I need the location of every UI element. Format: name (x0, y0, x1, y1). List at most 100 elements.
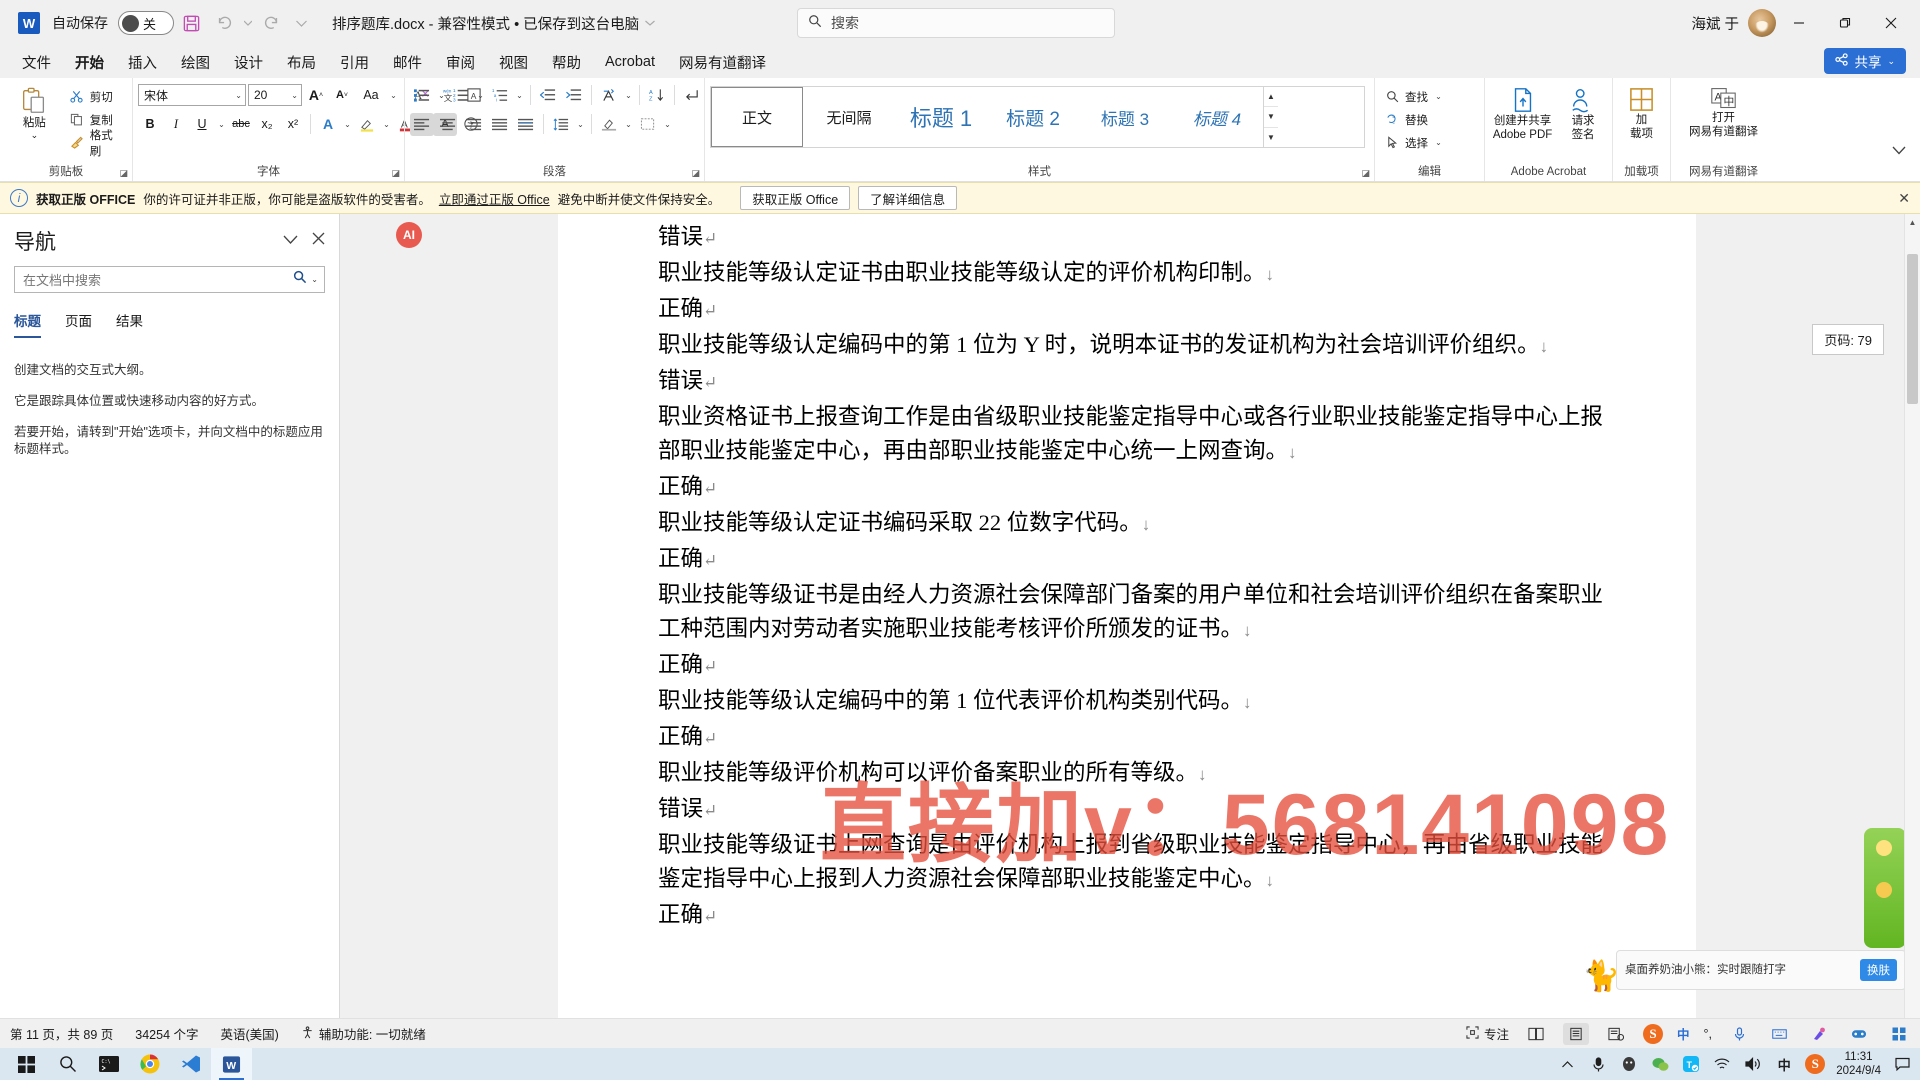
nav-tab-results[interactable]: 结果 (116, 310, 143, 338)
select-caret-icon[interactable]: ⌄ (1433, 138, 1444, 147)
text-effects-icon[interactable]: A (316, 113, 340, 136)
start-button[interactable] (6, 1048, 47, 1080)
taskbar-search-button[interactable] (47, 1048, 88, 1080)
search-input[interactable]: 搜索 (797, 8, 1115, 38)
document-line[interactable]: 正确↵ (658, 542, 1624, 578)
document-line[interactable]: 正确↵ (658, 898, 1624, 934)
distribute-icon[interactable] (514, 113, 538, 136)
ai-assistant-badge[interactable]: AI (396, 222, 422, 248)
close-icon[interactable]: ✕ (1898, 190, 1910, 207)
volume-icon[interactable] (1743, 1054, 1763, 1074)
page-indicator[interactable]: 第 11 页，共 89 页 (10, 1024, 113, 1043)
language-indicator[interactable]: 英语(美国) (221, 1024, 279, 1043)
tab-design[interactable]: 设计 (222, 49, 275, 76)
document-line[interactable]: 职业技能等级认定证书编码采取 22 位数字代码。↓ (658, 506, 1624, 542)
redo-icon[interactable] (254, 7, 288, 39)
document-line[interactable]: 正确↵ (658, 648, 1624, 684)
taskbar-chrome-icon[interactable] (129, 1048, 170, 1080)
document-canvas[interactable]: AI 错误↵ 职业技能等级认定证书由职业技能等级认定的评价机构印制。↓ 正确↵ … (340, 214, 1920, 1018)
font-size-combo[interactable]: 20 ⌄ (248, 84, 302, 106)
decrease-indent-icon[interactable] (536, 84, 560, 107)
find-caret-icon[interactable]: ⌄ (1433, 92, 1444, 101)
notification-icon[interactable] (1892, 1054, 1912, 1074)
user-name-label[interactable]: 海斌 于 (1691, 13, 1739, 34)
learn-more-button[interactable]: 了解详细信息 (858, 186, 958, 210)
styles-scroll-up-icon[interactable]: ▲ (1264, 87, 1278, 108)
search-icon[interactable] (293, 270, 307, 289)
align-left-icon[interactable] (410, 112, 434, 136)
vertical-scrollbar[interactable]: ▲ (1904, 214, 1920, 1018)
sogou-tray-icon[interactable]: S (1805, 1054, 1826, 1074)
taskbar-terminal-icon[interactable]: C:\ (88, 1048, 129, 1080)
tab-file[interactable]: 文件 (10, 49, 63, 76)
scroll-up-icon[interactable]: ▲ (1905, 214, 1920, 230)
desktop-pet-widget[interactable] (1864, 828, 1906, 948)
taskbar-word-icon[interactable]: W (211, 1048, 252, 1080)
microphone-icon[interactable] (1726, 1023, 1752, 1045)
tab-mailings[interactable]: 邮件 (381, 49, 434, 76)
paste-button[interactable]: 粘贴 ⌄ (5, 82, 64, 140)
tab-view[interactable]: 视图 (487, 49, 540, 76)
style-item-heading-2[interactable]: 标题 2 (987, 87, 1079, 147)
customize-quick-access-icon[interactable] (288, 7, 314, 39)
document-title-dropdown-icon[interactable] (639, 7, 661, 39)
paste-caret-icon[interactable]: ⌄ (31, 131, 39, 140)
align-center-icon[interactable] (436, 113, 460, 136)
line-spacing-icon[interactable] (549, 113, 573, 136)
ime-punctuation-icon[interactable]: °, (1704, 1027, 1712, 1041)
styles-dialog-launcher[interactable]: ◪ (1361, 168, 1370, 179)
superscript-button[interactable]: x² (281, 113, 305, 136)
bold-button[interactable]: B (138, 113, 162, 136)
line-spacing-caret-icon[interactable]: ⌄ (575, 120, 586, 129)
tab-home[interactable]: 开始 (63, 49, 116, 76)
style-item-heading-3[interactable]: 标题 3 (1079, 87, 1171, 147)
minimize-button[interactable] (1776, 7, 1822, 39)
request-signature-button[interactable]: 请求 签名 (1559, 82, 1607, 142)
qq-icon[interactable] (1619, 1054, 1639, 1074)
word-count[interactable]: 34254 个字 (135, 1024, 198, 1043)
numbered-list-icon[interactable]: 123 (449, 84, 473, 107)
ribbon-collapse-button[interactable] (1892, 78, 1920, 181)
highlight-color-icon[interactable] (355, 113, 379, 136)
styles-more-icon[interactable]: ▼ (1264, 128, 1278, 147)
close-icon[interactable] (312, 232, 325, 250)
font-dialog-launcher[interactable]: ◪ (391, 168, 400, 179)
wifi-icon[interactable] (1712, 1054, 1732, 1074)
show-formatting-marks-icon[interactable] (680, 84, 704, 107)
sort-chinese-icon[interactable] (597, 84, 621, 107)
change-skin-button[interactable]: 换肤 (1860, 959, 1897, 981)
document-line[interactable]: 职业技能等级认定编码中的第 1 位为 Y 时，说明本证书的发证机构为社会培训评价… (658, 328, 1624, 364)
numbering-caret-icon[interactable]: ⌄ (475, 91, 486, 100)
bullet-caret-icon[interactable]: ⌄ (436, 91, 447, 100)
apps-icon[interactable] (1886, 1023, 1912, 1045)
document-line[interactable]: 职业技能等级认定证书由职业技能等级认定的评价机构印制。↓ (658, 256, 1624, 292)
document-line[interactable]: 正确↵ (658, 292, 1624, 328)
close-button[interactable] (1868, 7, 1914, 39)
share-button[interactable]: 共享 ⌄ (1824, 48, 1906, 74)
accessibility-status[interactable]: 辅助功能: 一切就绪 (301, 1024, 426, 1043)
select-button[interactable]: 选择 ⌄ (1380, 132, 1448, 153)
style-item-heading-1[interactable]: 标题 1 (895, 87, 987, 147)
font-name-combo[interactable]: 宋体 ⌄ (138, 84, 246, 106)
save-icon[interactable] (174, 7, 208, 39)
underline-button[interactable]: U (190, 113, 214, 136)
print-layout-icon[interactable] (1563, 1022, 1589, 1045)
increase-indent-icon[interactable] (562, 84, 586, 107)
underline-caret-icon[interactable]: ⌄ (216, 120, 227, 129)
style-item-no-spacing[interactable]: 无间隔 (803, 87, 895, 147)
tab-youdao-translate[interactable]: 网易有道翻译 (667, 49, 778, 76)
tab-layout[interactable]: 布局 (275, 49, 328, 76)
navigation-search-input[interactable]: 在文档中搜索 ⌄ (14, 266, 325, 293)
multilevel-caret-icon[interactable]: ⌄ (514, 91, 525, 100)
shading-caret-icon[interactable]: ⌄ (623, 120, 634, 129)
desktop-pet-ad-bar[interactable]: 桌面养奶油小熊：实时跟随打字 换肤 (1616, 950, 1906, 990)
chevron-down-icon[interactable] (283, 232, 298, 250)
infobar-link[interactable]: 立即通过正版 Office (439, 189, 550, 208)
tab-help[interactable]: 帮助 (540, 49, 593, 76)
sort-az-icon[interactable]: AZ (645, 84, 669, 107)
wechat-icon[interactable] (1650, 1054, 1670, 1074)
multilevel-list-icon[interactable]: 1ai (488, 84, 512, 107)
read-mode-icon[interactable] (1523, 1023, 1549, 1045)
ime-mode-indicator[interactable]: 中 (1677, 1024, 1690, 1043)
document-line[interactable]: 正确↵ (658, 470, 1624, 506)
